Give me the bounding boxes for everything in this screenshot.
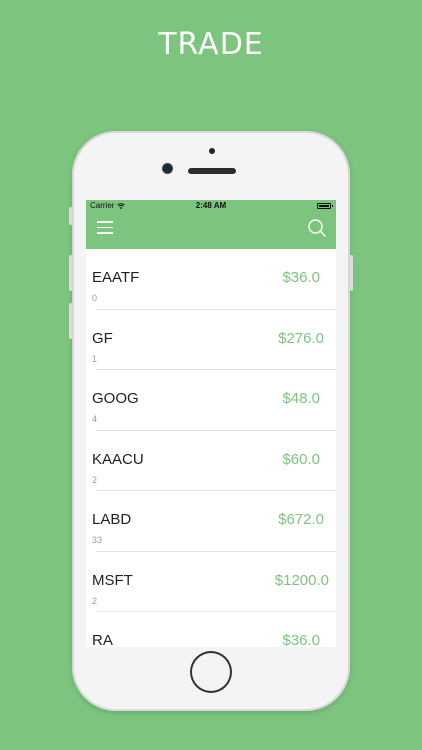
battery-icon — [317, 203, 333, 209]
hero-title: TRADE — [158, 27, 264, 62]
home-button[interactable] — [190, 651, 232, 693]
phone-screen: Carrier 2:48 AM EAATF 0 $36.0 GF 1 $276.… — [86, 200, 336, 647]
stock-symbol: EAATF — [92, 269, 140, 286]
menu-icon[interactable] — [97, 221, 113, 234]
phone-frame: Carrier 2:48 AM EAATF 0 $36.0 GF 1 $276.… — [69, 131, 353, 711]
search-icon[interactable] — [307, 218, 327, 238]
stock-quantity: 1 — [92, 353, 98, 364]
nav-bar — [86, 211, 336, 249]
mute-switch — [69, 207, 72, 225]
stock-symbol: LABD — [92, 511, 132, 528]
list-item[interactable]: EAATF 0 $36.0 — [86, 249, 336, 310]
status-time: 2:48 AM — [195, 201, 227, 210]
stock-symbol: KAACU — [92, 450, 144, 468]
front-camera — [163, 164, 172, 173]
list-item[interactable]: LABD 33 $672.0 — [86, 491, 336, 552]
list-item[interactable]: MSFT 2 $1200.0 — [86, 552, 336, 613]
stock-quantity: 0 — [92, 293, 98, 303]
volume-up-button — [69, 255, 72, 291]
stock-quantity: 4 — [92, 414, 98, 424]
stock-price: $36.0 — [282, 269, 320, 286]
stock-price: $48.0 — [282, 390, 320, 407]
proximity-sensor — [209, 148, 215, 154]
stock-price: $60.0 — [282, 450, 320, 468]
status-bar: Carrier 2:48 AM — [86, 200, 336, 211]
power-button — [350, 255, 353, 291]
stock-quantity: 2 — [92, 595, 98, 606]
stock-quantity: 2 — [92, 474, 98, 485]
stock-price: $276.0 — [278, 329, 324, 347]
stock-symbol: GF — [92, 329, 113, 347]
stock-symbol: GOOG — [92, 390, 139, 407]
stock-price: $1200.0 — [274, 571, 329, 589]
list-item[interactable]: GF 1 $276.0 — [86, 310, 336, 371]
stock-price: $36.0 — [282, 632, 320, 647]
list-item[interactable]: RA $36.0 — [86, 612, 336, 647]
list-item[interactable]: KAACU 2 $60.0 — [86, 431, 336, 492]
stock-list: EAATF 0 $36.0 GF 1 $276.0 GOOG 4 $48.0 K… — [86, 249, 336, 647]
list-item[interactable]: GOOG 4 $48.0 — [86, 370, 336, 431]
stock-symbol: RA — [92, 632, 113, 647]
earpiece-speaker — [188, 168, 236, 174]
stock-quantity: 33 — [92, 535, 103, 545]
stock-price: $672.0 — [278, 511, 324, 528]
stock-symbol: MSFT — [92, 571, 133, 589]
volume-down-button — [69, 303, 72, 339]
